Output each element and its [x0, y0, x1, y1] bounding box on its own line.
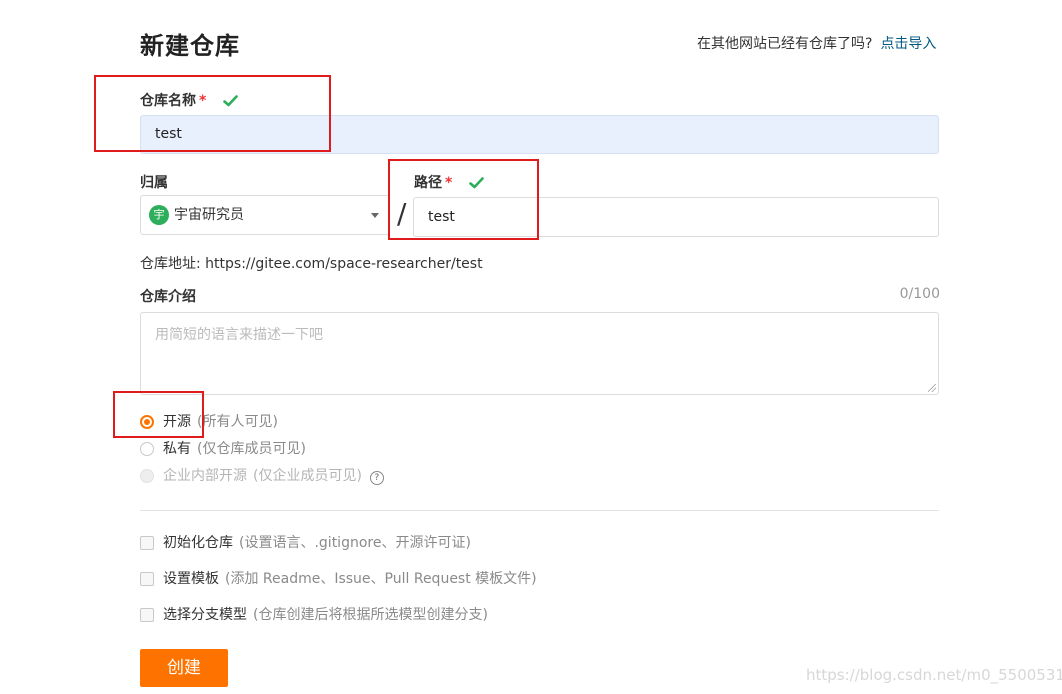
visibility-label: 私有 — [163, 441, 191, 457]
checkbox-icon[interactable] — [140, 608, 154, 622]
owner-label: 归属 — [140, 175, 168, 191]
description-textarea[interactable]: 用简短的语言来描述一下吧 — [140, 312, 939, 395]
checkbox-icon[interactable] — [140, 536, 154, 550]
owner-select[interactable]: 宇宇宙研究员 — [140, 195, 390, 235]
visibility-hint: (所有人可见) — [197, 414, 278, 430]
import-link[interactable]: 点击导入 — [880, 36, 936, 52]
radio-icon[interactable] — [140, 442, 154, 456]
create-button[interactable]: 创建 — [140, 649, 228, 687]
option-init-repo[interactable]: 初始化仓库 (设置语言、.gitignore、开源许可证) — [140, 533, 471, 553]
visibility-option-enterprise: 企业内部开源 (仅企业成员可见)? — [140, 466, 384, 486]
help-icon[interactable]: ? — [369, 471, 384, 485]
repo-address-url: https://gitee.com/space-researcher/test — [205, 256, 483, 272]
checkbox-icon[interactable] — [140, 572, 154, 586]
visibility-hint: (仅企业成员可见) — [253, 468, 362, 484]
option-label: 初始化仓库 — [163, 535, 233, 551]
option-hint: (设置语言、.gitignore、开源许可证) — [239, 535, 471, 551]
option-label: 选择分支模型 — [163, 607, 247, 623]
option-hint: (添加 Readme、Issue、Pull Request 模板文件) — [225, 571, 537, 587]
visibility-hint: (仅仓库成员可见) — [197, 441, 306, 457]
caret-down-icon — [371, 213, 379, 218]
visibility-label: 企业内部开源 — [163, 468, 247, 484]
owner-avatar: 宇 — [149, 205, 169, 225]
import-prompt: 在其他网站已经有仓库了吗? 点击导入 — [697, 33, 936, 53]
page-title: 新建仓库 — [140, 32, 240, 60]
repo-address: 仓库地址: https://gitee.com/space-researcher… — [140, 253, 483, 273]
watermark: https://blog.csdn.net/m0_55005311 — [806, 666, 1062, 684]
option-label: 设置模板 — [163, 571, 219, 587]
option-template[interactable]: 设置模板 (添加 Readme、Issue、Pull Request 模板文件) — [140, 569, 537, 589]
visibility-option-private[interactable]: 私有 (仅仓库成员可见) — [140, 439, 306, 459]
description-placeholder: 用简短的语言来描述一下吧 — [155, 327, 323, 343]
description-counter: 0/100 — [899, 286, 940, 302]
resize-handle-icon[interactable] — [928, 384, 936, 392]
annotation-box-public — [113, 391, 204, 438]
divider — [140, 510, 939, 511]
annotation-box-path — [388, 159, 539, 240]
option-hint: (仓库创建后将根据所选模型创建分支) — [253, 607, 488, 623]
option-branch-model[interactable]: 选择分支模型 (仓库创建后将根据所选模型创建分支) — [140, 605, 488, 625]
annotation-box-repo-name — [94, 75, 331, 152]
import-question: 在其他网站已经有仓库了吗? — [697, 36, 873, 52]
radio-disabled-icon — [140, 469, 154, 483]
owner-value: 宇宙研究员 — [174, 207, 244, 223]
repo-address-label: 仓库地址: — [140, 256, 201, 272]
description-label: 仓库介绍 — [140, 289, 196, 305]
